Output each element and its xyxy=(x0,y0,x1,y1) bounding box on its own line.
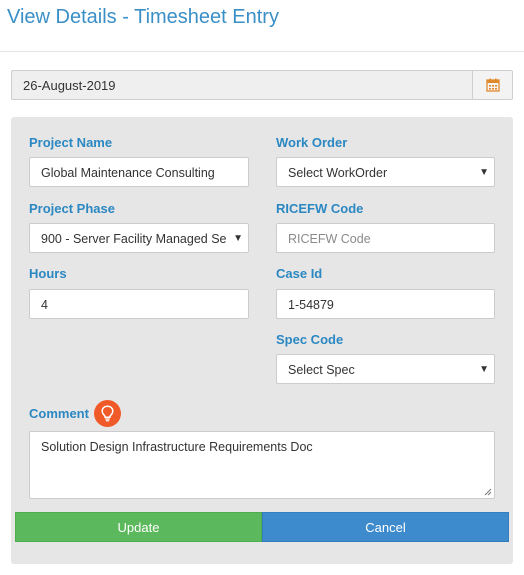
case-id-input[interactable]: 1-54879 xyxy=(276,289,495,319)
cancel-button[interactable]: Cancel xyxy=(262,512,509,542)
lightbulb-icon xyxy=(101,405,114,422)
project-phase-label: Project Phase xyxy=(29,201,115,216)
comment-textarea[interactable]: Solution Design Infrastructure Requireme… xyxy=(29,431,495,499)
case-id-label: Case Id xyxy=(276,266,323,281)
project-phase-select[interactable]: 900 - Server Facility Managed Services ▼ xyxy=(29,223,249,253)
spec-code-label: Spec Code xyxy=(276,332,344,347)
page-title: View Details - Timesheet Entry xyxy=(7,6,279,28)
update-button[interactable]: Update xyxy=(15,512,262,542)
resize-grip-icon[interactable] xyxy=(484,488,492,496)
project-name-input[interactable]: Global Maintenance Consulting xyxy=(29,157,249,187)
hours-label: Hours xyxy=(29,266,67,281)
work-order-select[interactable]: Select WorkOrder ▼ xyxy=(276,157,495,187)
spec-code-select[interactable]: Select Spec ▼ xyxy=(276,354,495,384)
comment-text: Solution Design Infrastructure Requireme… xyxy=(41,440,313,454)
calendar-icon xyxy=(486,78,500,92)
dropdown-arrow-icon: ▼ xyxy=(476,362,489,378)
spec-code-selected: Select Spec xyxy=(288,363,355,377)
dropdown-arrow-icon: ▼ xyxy=(476,165,489,181)
project-name-label: Project Name xyxy=(29,135,113,150)
ricefw-code-input[interactable]: RICEFW Code xyxy=(276,223,495,253)
date-picker-button[interactable] xyxy=(472,71,512,99)
project-phase-selected: 900 - Server Facility Managed Services xyxy=(41,232,226,246)
work-order-selected: Select WorkOrder xyxy=(288,166,388,180)
title-divider xyxy=(0,51,524,52)
date-field[interactable]: 26-August-2019 xyxy=(11,70,513,100)
work-order-label: Work Order xyxy=(276,135,348,150)
ricefw-code-label: RICEFW Code xyxy=(276,201,364,216)
hours-input[interactable]: 4 xyxy=(29,289,249,319)
timesheet-form-panel: Project Name Global Maintenance Consulti… xyxy=(11,117,513,564)
dropdown-arrow-icon: ▼ xyxy=(230,231,243,247)
comment-hint-button[interactable] xyxy=(94,400,121,427)
comment-label: Comment xyxy=(29,406,89,421)
date-value: 26-August-2019 xyxy=(23,78,116,93)
